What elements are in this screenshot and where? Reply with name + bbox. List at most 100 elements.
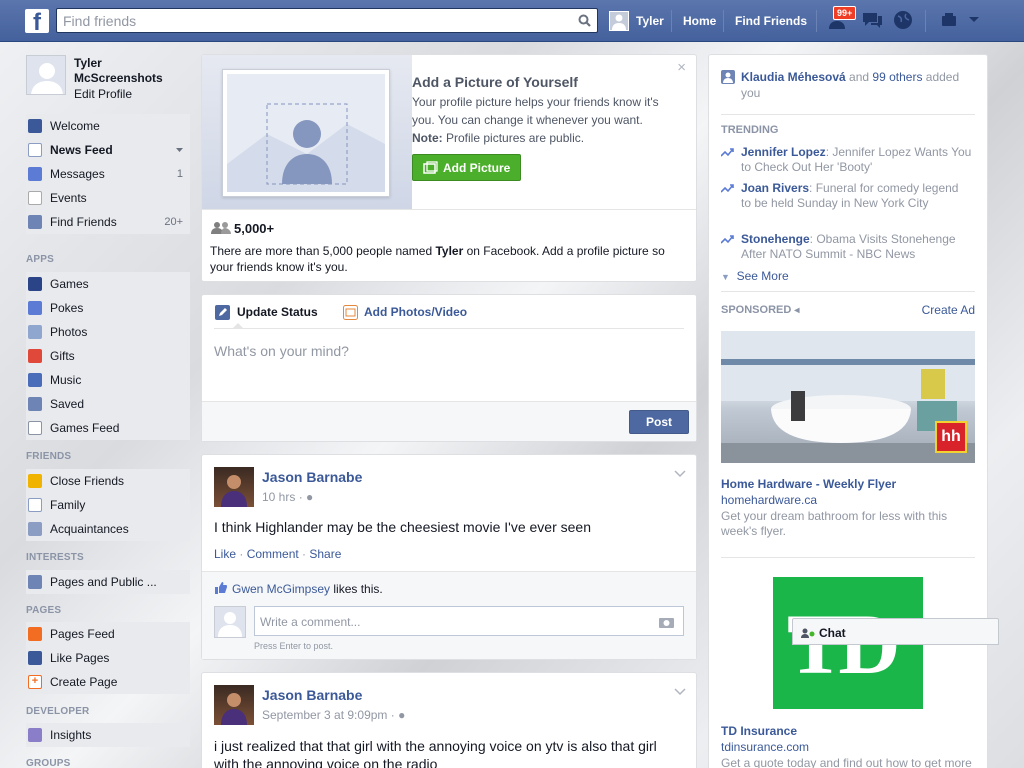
- close-icon[interactable]: ×: [677, 59, 686, 76]
- avatar[interactable]: [26, 55, 66, 95]
- sidebar-item-family[interactable]: Family: [26, 493, 190, 517]
- star-icon: [28, 474, 42, 488]
- sidebar-item-insights[interactable]: Insights: [26, 723, 190, 747]
- news-feed-icon: [28, 143, 42, 157]
- trending-topic: Jennifer Lopez: [741, 145, 826, 159]
- sidebar-item-news-feed[interactable]: News Feed: [26, 138, 190, 162]
- apps-heading: APPS: [26, 254, 55, 265]
- groups-heading: GROUPS: [26, 758, 71, 768]
- facebook-logo[interactable]: f: [25, 9, 49, 33]
- favorites-nav: Welcome News Feed Messages 1 Events Find …: [26, 114, 190, 234]
- sidebar-item-music[interactable]: Music: [26, 368, 190, 392]
- sidebar-item-label: Photos: [50, 325, 88, 339]
- ad-title[interactable]: TD Insurance: [721, 724, 797, 738]
- notification-badge: 99+: [833, 6, 857, 20]
- tab-update-status[interactable]: Update Status: [237, 305, 318, 319]
- gamepad-icon: [28, 421, 42, 435]
- trending-item[interactable]: Jennifer Lopez: Jennifer Lopez Wants You…: [721, 145, 977, 179]
- prompt-note-label: Note:: [412, 131, 443, 145]
- tab-add-photos-video[interactable]: Add Photos/Video: [364, 305, 467, 319]
- friend-name-link[interactable]: Klaudia Méhesová: [741, 70, 846, 84]
- camera-icon[interactable]: [659, 616, 674, 628]
- post-author[interactable]: Jason Barnabe: [262, 469, 362, 485]
- sidebar-item-messages[interactable]: Messages 1: [26, 162, 190, 186]
- trending-item[interactable]: Joan Rivers: Funeral for comedy legend t…: [721, 181, 977, 227]
- sidebar-item-events[interactable]: Events: [26, 186, 190, 210]
- sidebar-item-gifts[interactable]: Gifts: [26, 344, 190, 368]
- account-menu-chevron-icon[interactable]: [968, 16, 980, 24]
- sidebar-item-saved[interactable]: Saved: [26, 392, 190, 416]
- sidebar-item-games-feed[interactable]: Games Feed: [26, 416, 190, 440]
- others-link[interactable]: 99 others: [872, 70, 922, 84]
- globe-icon[interactable]: [892, 10, 914, 30]
- sidebar-item-label: Events: [50, 191, 87, 205]
- topbar-avatar[interactable]: [609, 11, 629, 31]
- post-timestamp[interactable]: September 3 at 9:09pm · ●: [262, 708, 405, 722]
- avatar[interactable]: [214, 467, 254, 507]
- sidebar-item-pokes[interactable]: Pokes: [26, 296, 190, 320]
- ad-description: Get a quote today and find out how to ge…: [721, 756, 972, 768]
- sidebar-item-acquaintances[interactable]: Acquaintances: [26, 517, 190, 541]
- sidebar-item-like-pages[interactable]: Like Pages: [26, 646, 190, 670]
- home-hardware-logo: hh: [935, 421, 967, 453]
- status-input[interactable]: What's on your mind?: [214, 343, 349, 359]
- sidebar-item-pages-and-public[interactable]: Pages and Public ...: [26, 570, 190, 594]
- chevron-down-icon[interactable]: [176, 148, 183, 152]
- chat-bar[interactable]: Chat: [792, 618, 999, 645]
- comment-input[interactable]: Write a comment...: [254, 606, 684, 636]
- thumbs-up-icon: [28, 651, 42, 665]
- home-icon: [28, 498, 42, 512]
- chat-person-icon: [801, 628, 815, 638]
- people-icon: [211, 222, 231, 234]
- add-picture-button[interactable]: Add Picture: [412, 154, 521, 181]
- ad-url[interactable]: homehardware.ca: [721, 493, 817, 507]
- avatar[interactable]: [214, 685, 254, 725]
- topbar-find-friends-link[interactable]: Find Friends: [735, 14, 807, 28]
- post-timestamp[interactable]: 10 hrs · ●: [262, 490, 313, 504]
- plus-icon: +: [28, 675, 42, 689]
- flag-icon: [28, 627, 42, 641]
- search-icon[interactable]: [578, 14, 591, 27]
- liker-link[interactable]: Gwen McGimpsey: [232, 582, 330, 596]
- friend-added-icon: [721, 70, 735, 84]
- topbar-profile-link[interactable]: Tyler: [636, 14, 664, 28]
- messages-icon[interactable]: [861, 10, 883, 30]
- sidebar-item-games[interactable]: Games: [26, 272, 190, 296]
- sidebar-item-create-page[interactable]: + Create Page: [26, 670, 190, 694]
- chevron-down-icon[interactable]: [674, 688, 686, 696]
- chevron-down-icon[interactable]: [674, 470, 686, 478]
- divider: [721, 557, 975, 558]
- ad-image[interactable]: hh: [721, 331, 975, 463]
- divider: [214, 328, 684, 329]
- post-text: I think Highlander may be the cheesiest …: [214, 519, 591, 535]
- see-more-link[interactable]: ▼ See More: [721, 269, 789, 283]
- sidebar-item-find-friends[interactable]: Find Friends 20+: [26, 210, 190, 234]
- timestamp-text: 10 hrs: [262, 490, 296, 504]
- share-link[interactable]: Share: [309, 547, 341, 561]
- prompt-body-text: Your profile picture helps your friends …: [412, 95, 659, 127]
- create-ad-link[interactable]: Create Ad: [922, 303, 975, 317]
- sidebar-item-close-friends[interactable]: Close Friends: [26, 469, 190, 493]
- sidebar-item-photos[interactable]: Photos: [26, 320, 190, 344]
- post-button[interactable]: Post: [629, 410, 689, 434]
- insights-icon: [28, 728, 42, 742]
- trending-item[interactable]: Stonehenge: Obama Visits Stonehenge Afte…: [721, 232, 977, 266]
- privacy-shortcuts-icon[interactable]: [938, 10, 960, 30]
- like-link[interactable]: Like: [214, 547, 236, 561]
- ad-url[interactable]: tdinsurance.com: [721, 740, 809, 754]
- trending-topic: Joan Rivers: [741, 181, 810, 195]
- sidebar-item-pages-feed[interactable]: Pages Feed: [26, 622, 190, 646]
- topbar-home-link[interactable]: Home: [683, 14, 716, 28]
- search-input[interactable]: [57, 9, 567, 32]
- timestamp-text: September 3 at 9:09pm: [262, 708, 388, 722]
- sidebar-item-welcome[interactable]: Welcome: [26, 114, 190, 138]
- profile-name[interactable]: Tyler McScreenshots: [74, 56, 184, 86]
- post-author[interactable]: Jason Barnabe: [262, 687, 362, 703]
- avatar: [214, 606, 246, 638]
- camera-icon: [343, 305, 358, 320]
- search-box[interactable]: [56, 8, 598, 33]
- sponsored-heading: SPONSORED ◂: [721, 304, 799, 316]
- edit-profile-link[interactable]: Edit Profile: [74, 87, 132, 101]
- comment-link[interactable]: Comment: [247, 547, 299, 561]
- ad-title[interactable]: Home Hardware - Weekly Flyer: [721, 477, 896, 491]
